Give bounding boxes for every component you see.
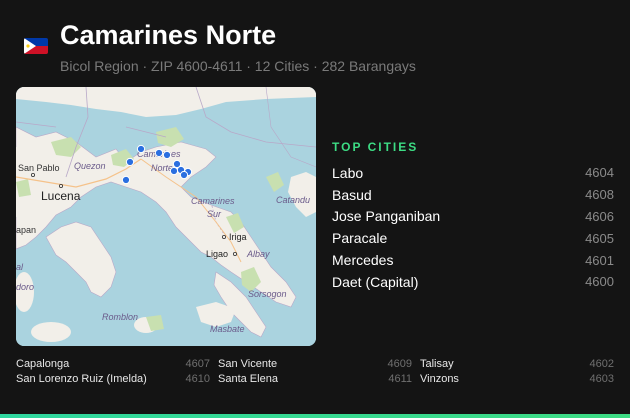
list-item[interactable]: Paracale 4605: [332, 227, 614, 249]
page-title: Camarines Norte: [60, 20, 277, 50]
city-marker[interactable]: [179, 170, 189, 180]
city-name: Jose Panganiban: [332, 208, 441, 225]
city-name: Paracale: [332, 230, 388, 247]
city-name: San Lorenzo Ruiz (Imelda): [16, 373, 147, 385]
city-marker[interactable]: [154, 148, 164, 158]
city-marker[interactable]: [169, 166, 179, 176]
map-label-romblon: Romblon: [102, 312, 138, 322]
city-zip: 4600: [585, 274, 614, 290]
province-map[interactable]: San Pablo Quezon Lucena Camarines Norte …: [16, 87, 316, 346]
page-subtitle: Bicol Region · ZIP 4600-4611 · 12 Cities…: [60, 58, 416, 74]
map-label-sorsogon: Sorsogon: [248, 289, 287, 299]
other-cities-column: Capalonga 4607 San Lorenzo Ruiz (Imelda)…: [16, 358, 210, 388]
map-label-catanduanes: Catandu: [276, 195, 310, 205]
list-item[interactable]: San Vicente 4609: [218, 358, 412, 373]
city-marker[interactable]: [125, 157, 135, 167]
city-name: Talisay: [420, 358, 454, 370]
other-cities-column: San Vicente 4609 Santa Elena 4611: [218, 358, 412, 388]
top-cities-label: TOP CITIES: [332, 140, 419, 154]
map-label-ligao: Ligao: [206, 249, 228, 259]
map-label-camarines-sur-1: Camarines: [191, 196, 235, 206]
city-zip: 4601: [585, 252, 614, 268]
list-item[interactable]: Vinzons 4603: [420, 373, 614, 388]
top-cities-list: Labo 4604 Basud 4608 Jose Panganiban 460…: [332, 162, 614, 293]
list-item[interactable]: San Lorenzo Ruiz (Imelda) 4610: [16, 373, 210, 388]
city-zip: 4611: [388, 373, 412, 385]
accent-bar: [0, 414, 630, 418]
other-cities-column: Talisay 4602 Vinzons 4603: [420, 358, 614, 388]
map-label-lucena: Lucena: [41, 189, 81, 203]
city-name: Mercedes: [332, 252, 394, 269]
list-item[interactable]: Santa Elena 4611: [218, 373, 412, 388]
philippines-flag-icon: [24, 38, 48, 54]
map-label-camarines-sur-2: Sur: [207, 209, 222, 219]
city-name: Vinzons: [420, 373, 459, 385]
map-label-doro: doro: [16, 282, 34, 292]
city-name: Daet (Capital): [332, 273, 419, 290]
city-zip: 4607: [185, 358, 210, 370]
city-marker[interactable]: [121, 175, 131, 185]
list-item[interactable]: Labo 4604: [332, 162, 614, 184]
city-name: San Vicente: [218, 358, 278, 370]
city-zip: 4610: [185, 373, 210, 385]
map-label-masbate: Masbate: [210, 324, 245, 334]
map-label-al: al: [16, 262, 24, 272]
map-label-san-pablo: San Pablo: [18, 163, 60, 173]
map-label-quezon: Quezon: [74, 161, 106, 171]
city-name: Labo: [332, 164, 364, 181]
city-marker[interactable]: [162, 150, 172, 160]
list-item[interactable]: Talisay 4602: [420, 358, 614, 373]
list-item[interactable]: Daet (Capital) 4600: [332, 271, 614, 293]
city-zip: 4605: [585, 230, 614, 246]
map-label-iriga: Iriga: [229, 232, 247, 242]
city-zip: 4609: [387, 358, 412, 370]
city-marker[interactable]: [136, 144, 146, 154]
city-name: Basud: [332, 186, 372, 203]
city-name: Capalonga: [16, 358, 70, 370]
city-zip: 4602: [589, 358, 614, 370]
list-item[interactable]: Jose Panganiban 4606: [332, 206, 614, 228]
city-zip: 4608: [585, 187, 614, 203]
city-name: Santa Elena: [218, 373, 278, 385]
map-label-norte: Norte: [151, 163, 173, 173]
list-item[interactable]: Basud 4608: [332, 184, 614, 206]
list-item[interactable]: Mercedes 4601: [332, 249, 614, 271]
city-zip: 4606: [585, 208, 614, 224]
city-zip: 4603: [589, 373, 614, 385]
city-zip: 4604: [585, 165, 614, 181]
map-label-apan: apan: [16, 225, 36, 235]
map-label-albay: Albay: [246, 249, 270, 259]
list-item[interactable]: Capalonga 4607: [16, 358, 210, 373]
